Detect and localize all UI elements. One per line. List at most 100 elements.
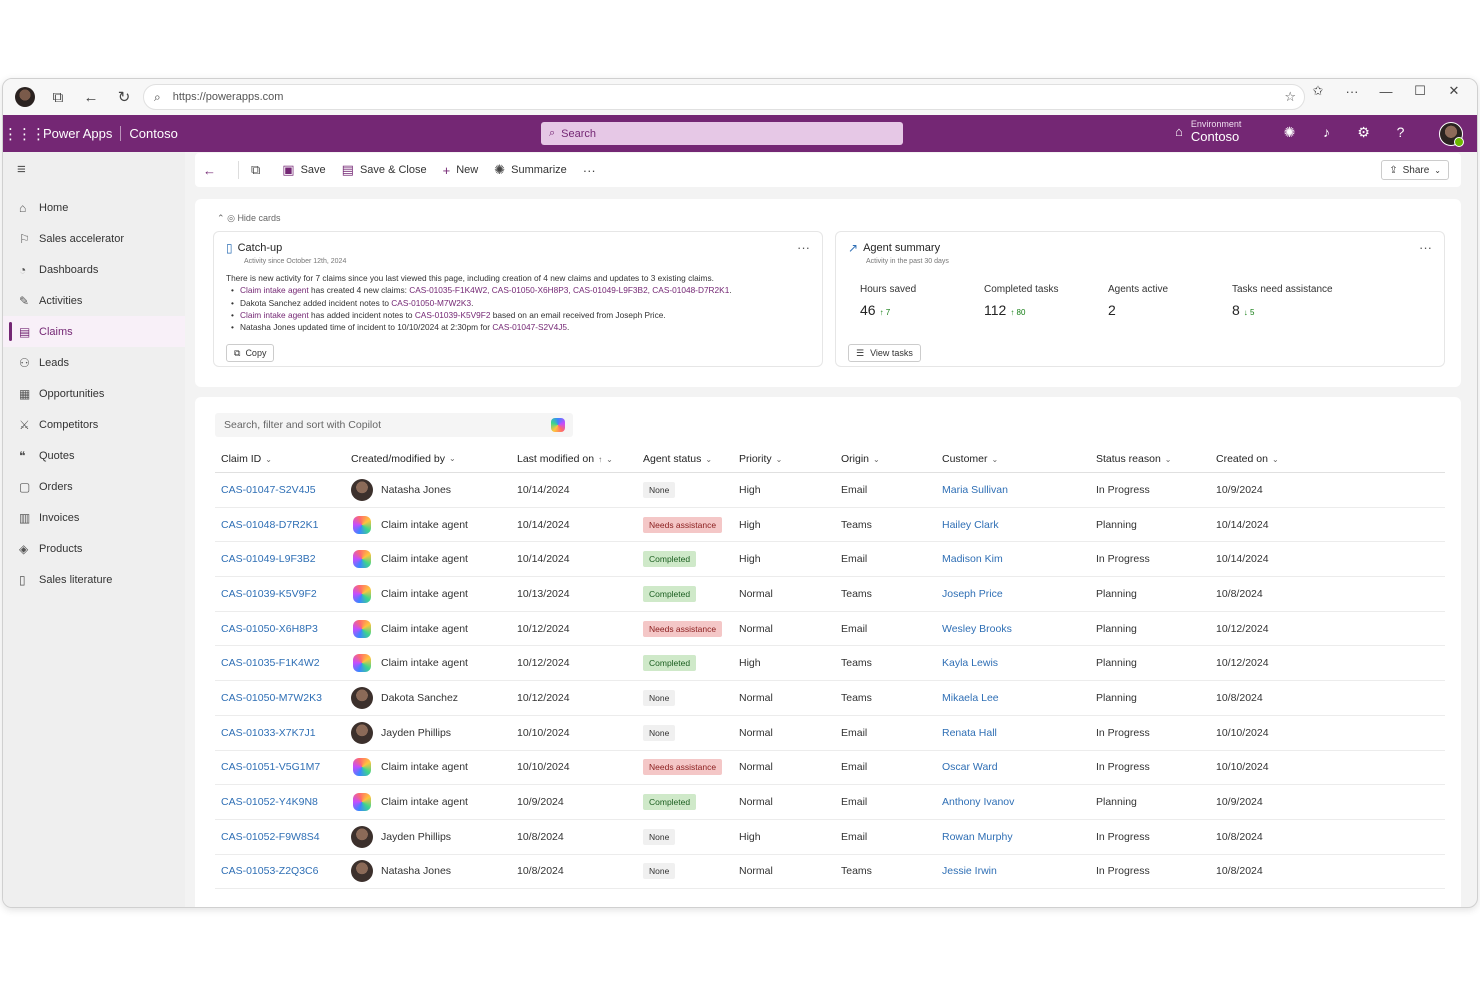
claims-link[interactable]: CAS-01035-F1K4W2, CAS-01050-X6H8P3, CAS-… <box>409 285 729 295</box>
view-tasks-button[interactable]: ☰ View tasks <box>848 344 921 362</box>
open-new-window-button[interactable]: ⧉ <box>251 162 266 178</box>
table-row[interactable]: CAS-01052-F9W8S4 Jayden Phillips 10/8/2024… <box>215 820 1445 855</box>
back-icon[interactable]: ← <box>77 83 105 111</box>
claim-id-link[interactable]: CAS-01048-D7R2K1 <box>221 519 318 531</box>
column-header-priority[interactable]: Priority ⌄ <box>739 453 841 465</box>
claim-id-link[interactable]: CAS-01035-F1K4W2 <box>221 657 320 669</box>
column-header-created-on[interactable]: Created on ⌄ <box>1216 453 1336 465</box>
customer-link[interactable]: Kayla Lewis <box>942 657 998 669</box>
sidebar-item-activities[interactable]: ✎ Activities <box>3 285 185 316</box>
customer-link[interactable]: Joseph Price <box>942 588 1003 600</box>
copy-button[interactable]: ⧉ Copy <box>226 344 275 362</box>
table-row[interactable]: CAS-01047-S2V4J5 Natasha Jones 10/14/2024 N… <box>215 473 1445 508</box>
table-row[interactable]: CAS-01049-L9F3B2 Claim intake agent 10/14/… <box>215 542 1445 578</box>
agent-link[interactable]: Claim intake agent <box>240 310 309 320</box>
copilot-search-input[interactable]: Search, filter and sort with Copilot <box>215 413 573 437</box>
column-header-origin[interactable]: Origin ⌄ <box>841 453 942 465</box>
customer-link[interactable]: Madison Kim <box>942 553 1003 565</box>
app-name[interactable]: Power Apps <box>43 126 122 141</box>
help-icon[interactable]: ? <box>1382 124 1419 141</box>
sidebar-item-invoices[interactable]: ▥ Invoices <box>3 502 185 533</box>
claim-id-link[interactable]: CAS-01051-V5G1M7 <box>221 761 320 773</box>
notifications-icon[interactable]: ♪ <box>1308 124 1345 141</box>
environment-picker[interactable]: ⌂ Environment Contoso <box>1175 119 1241 144</box>
table-row[interactable]: CAS-01050-M7W2K3 Dakota Sanchez 10/12/2024… <box>215 681 1445 716</box>
address-bar[interactable]: ⌕ https://powerapps.com ☆ <box>143 84 1305 110</box>
hide-cards-toggle[interactable]: ⌃ ◎ Hide cards <box>217 213 280 224</box>
sidebar-item-sales-accelerator[interactable]: ⚐ Sales accelerator <box>3 223 185 254</box>
more-icon[interactable]: ··· <box>1335 84 1369 99</box>
claim-link[interactable]: CAS-01047-S2V4J5 <box>492 322 567 332</box>
table-row[interactable]: CAS-01051-V5G1M7 Claim intake agent 10/10/… <box>215 751 1445 786</box>
user-avatar[interactable] <box>1439 122 1464 147</box>
sidebar-item-home[interactable]: ⌂ Home <box>3 192 185 223</box>
table-row[interactable]: CAS-01052-Y4K9N8 Claim intake agent 10/9/2… <box>215 785 1445 820</box>
favorites-icon[interactable]: ✩ <box>1301 83 1335 99</box>
customer-link[interactable]: Rowan Murphy <box>942 831 1013 843</box>
column-header-last-modified-on[interactable]: Last modified on ↑ ⌄ <box>517 453 643 465</box>
customer-link[interactable]: Hailey Clark <box>942 519 999 531</box>
copilot-icon[interactable]: ✺ <box>1271 124 1308 141</box>
more-options-icon[interactable]: ··· <box>1419 240 1432 255</box>
save-close-button[interactable]: ▤ Save & Close <box>342 162 427 178</box>
sidebar-item-products[interactable]: ◈ Products <box>3 533 185 564</box>
summarize-button[interactable]: ✺ Summarize <box>494 162 567 178</box>
refresh-icon[interactable]: ↻ <box>110 83 138 111</box>
table-row[interactable]: CAS-01053-Z2Q3C6 Natasha Jones 10/8/2024 No… <box>215 855 1445 890</box>
customer-link[interactable]: Anthony Ivanov <box>942 796 1014 808</box>
column-header-status-reason[interactable]: Status reason ⌄ <box>1096 453 1216 465</box>
customer-link[interactable]: Mikaela Lee <box>942 692 999 704</box>
share-button[interactable]: ⇪ Share ⌄ <box>1381 160 1449 180</box>
sidebar-item-competitors[interactable]: ⚔ Competitors <box>3 409 185 440</box>
table-row[interactable]: CAS-01035-F1K4W2 Claim intake agent 10/12/… <box>215 646 1445 682</box>
claim-link[interactable]: CAS-01039-K5V9F2 <box>415 310 491 320</box>
claim-id-link[interactable]: CAS-01039-K5V9F2 <box>221 588 317 600</box>
settings-icon[interactable]: ⚙ <box>1345 124 1382 141</box>
customer-link[interactable]: Wesley Brooks <box>942 623 1012 635</box>
column-header-claim-id[interactable]: Claim ID ⌄ <box>215 453 351 465</box>
customer-link[interactable]: Maria Sullivan <box>942 484 1008 496</box>
claim-id-link[interactable]: CAS-01052-F9W8S4 <box>221 831 320 843</box>
table-row[interactable]: CAS-01039-K5V9F2 Claim intake agent 10/13/… <box>215 577 1445 612</box>
claim-id-link[interactable]: CAS-01033-X7K7J1 <box>221 727 316 739</box>
sidebar-item-orders[interactable]: ▢ Orders <box>3 471 185 502</box>
minimize-icon[interactable]: — <box>1369 84 1403 99</box>
global-search[interactable]: ⌕ Search <box>541 122 903 145</box>
claim-id-link[interactable]: CAS-01053-Z2Q3C6 <box>221 865 318 877</box>
org-name[interactable]: Contoso <box>121 126 177 141</box>
claim-id-link[interactable]: CAS-01052-Y4K9N8 <box>221 796 318 808</box>
close-icon[interactable]: ✕ <box>1437 83 1471 99</box>
app-launcher-icon[interactable]: ⋮⋮⋮ <box>3 125 46 143</box>
copilot-icon[interactable] <box>551 418 565 432</box>
customer-link[interactable]: Renata Hall <box>942 727 997 739</box>
profile-avatar[interactable] <box>11 83 39 111</box>
customer-link[interactable]: Jessie Irwin <box>942 865 997 877</box>
sidebar-item-opportunities[interactable]: ▦ Opportunities <box>3 378 185 409</box>
claim-id-link[interactable]: CAS-01050-X6H8P3 <box>221 623 318 635</box>
save-button[interactable]: ▣ Save <box>282 162 325 178</box>
claim-link[interactable]: CAS-01050-M7W2K3 <box>391 298 471 308</box>
column-header-created-modified-by[interactable]: Created/modified by ⌄ <box>351 453 517 465</box>
table-row[interactable]: CAS-01048-D7R2K1 Claim intake agent 10/14/… <box>215 508 1445 543</box>
more-options-icon[interactable]: ··· <box>797 240 810 255</box>
more-commands-button[interactable]: ··· <box>583 163 602 178</box>
customer-link[interactable]: Oscar Ward <box>942 761 998 773</box>
sidebar-item-leads[interactable]: ⚇ Leads <box>3 347 185 378</box>
favorite-add-icon[interactable]: ☆ <box>1284 89 1296 105</box>
back-button[interactable]: ← <box>203 163 222 178</box>
claim-id-link[interactable]: CAS-01047-S2V4J5 <box>221 484 316 496</box>
sidebar-item-sales-literature[interactable]: ▯ Sales literature <box>3 564 185 595</box>
sidebar-item-claims[interactable]: ▤ Claims <box>3 316 185 347</box>
sidebar-item-dashboards[interactable]: ◔ Dashboards <box>3 254 185 285</box>
table-row[interactable]: CAS-01050-X6H8P3 Claim intake agent 10/12/… <box>215 612 1445 647</box>
tabs-icon[interactable]: ⧉ <box>44 83 72 111</box>
column-header-agent-status[interactable]: Agent status ⌄ <box>643 453 739 465</box>
claim-id-link[interactable]: CAS-01050-M7W2K3 <box>221 692 322 704</box>
new-button[interactable]: + New <box>443 163 479 178</box>
table-row[interactable]: CAS-01033-X7K7J1 Jayden Phillips 10/10/202… <box>215 716 1445 751</box>
agent-link[interactable]: Claim intake agent <box>240 285 309 295</box>
column-header-customer[interactable]: Customer ⌄ <box>942 453 1096 465</box>
sidebar-item-quotes[interactable]: ❝ Quotes <box>3 440 185 471</box>
maximize-icon[interactable]: ☐ <box>1403 83 1437 99</box>
claim-id-link[interactable]: CAS-01049-L9F3B2 <box>221 553 316 565</box>
